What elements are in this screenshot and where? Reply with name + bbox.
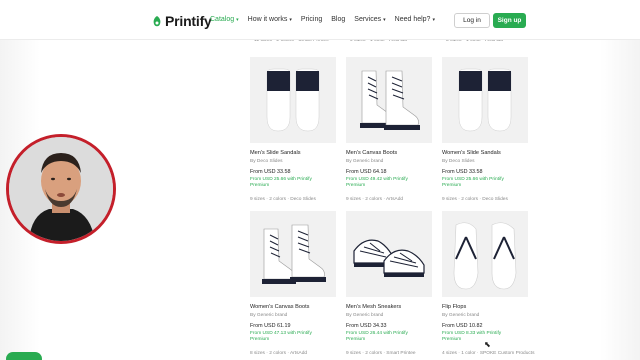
product-title: Women's Canvas Boots	[250, 304, 310, 310]
login-button[interactable]: Log in	[454, 13, 490, 28]
product-premium-price: From USD 47.13 with Printify Premium	[250, 331, 312, 343]
chevron-down-icon: ▾	[432, 16, 435, 23]
product-price: From USD 34.33	[346, 323, 387, 329]
product-premium-price: From USD 8.33 with Printify Premium	[442, 331, 502, 343]
nav-catalog[interactable]: Catalog ▾	[210, 16, 239, 23]
printify-logo-icon	[152, 15, 162, 28]
slide-sandals-image	[250, 57, 336, 143]
logo-text: Printify	[165, 13, 212, 29]
nav-label: How it works	[247, 16, 288, 23]
nav-label: Services	[354, 16, 382, 23]
product-price: From USD 61.19	[250, 323, 291, 329]
chevron-down-icon: ▾	[236, 16, 239, 23]
product-meta: 9 sizes · 2 colors · Deco Slides	[250, 196, 316, 202]
product-brand: By Generic brand	[250, 313, 288, 318]
nav-blog[interactable]: Blog	[331, 16, 345, 23]
nav-label: Blog	[331, 16, 346, 23]
product-brand: By Deco Slides	[250, 159, 283, 164]
nav-how-it-works[interactable]: How it works ▾	[248, 16, 292, 23]
product-premium-price: From USD 25.66 with Printify Premium	[442, 177, 504, 189]
flip-flops-image	[442, 211, 528, 297]
product-meta: 9 sizes · 2 colors · Deco Slides	[442, 196, 508, 202]
product-card[interactable]: Men's Canvas Boots By Generic brand From…	[346, 57, 432, 202]
product-price: From USD 64.18	[346, 169, 387, 175]
webcam-overlay	[6, 134, 116, 244]
product-card[interactable]: Men's Slide Sandals By Deco Slides From …	[250, 57, 336, 202]
slide-sandals-image	[442, 57, 528, 143]
product-title: Men's Mesh Sneakers	[346, 304, 402, 310]
mesh-sneakers-image	[346, 211, 432, 297]
nav-label: Catalog	[210, 16, 235, 23]
chevron-down-icon: ▾	[383, 16, 386, 23]
canvas-boots-image	[250, 211, 336, 297]
product-title: Women's Slide Sandals	[442, 150, 501, 156]
product-title: Men's Canvas Boots	[346, 150, 398, 156]
product-card[interactable]: Women's Slide Sandals By Deco Slides Fro…	[442, 57, 528, 202]
main-nav: Catalog ▾ How it works ▾ Pricing Blog Serv…	[210, 16, 435, 23]
product-brand: By Generic brand	[442, 313, 480, 318]
mouse-cursor-icon: ⬉	[484, 340, 491, 349]
product-brand: By Generic brand	[346, 313, 384, 318]
product-price: From USD 10.82	[442, 323, 483, 329]
product-price: From USD 33.58	[442, 169, 483, 175]
product-meta: 4 sizes · 1 color · SPOKE Custom Product…	[442, 350, 535, 356]
nav-label: Pricing	[300, 16, 323, 23]
page: 11 sizes · 2 colors · Smart Printee 9 si…	[0, 0, 640, 360]
nav-need-help[interactable]: Need help? ▾	[395, 16, 435, 23]
product-meta: 8 sizes · 2 colors · ArtsAdd	[250, 350, 308, 356]
product-title: Flip Flops	[442, 304, 467, 310]
product-price: From USD 33.58	[250, 169, 291, 175]
page-side-shade	[600, 40, 640, 360]
signup-button[interactable]: Sign up	[493, 13, 526, 28]
product-premium-price: From USD 25.66 with Printify Premium	[250, 177, 312, 189]
product-brand: By Generic brand	[346, 159, 384, 164]
product-premium-price: From USD 26.44 with Printify Premium	[346, 331, 408, 343]
printify-logo[interactable]: Printify	[152, 13, 212, 29]
nav-label: Need help?	[394, 16, 431, 23]
nav-pricing[interactable]: Pricing	[301, 16, 322, 23]
chevron-down-icon: ▾	[289, 16, 292, 23]
canvas-boots-image	[346, 57, 432, 143]
product-title: Men's Slide Sandals	[250, 150, 301, 156]
product-meta: 9 sizes · 2 colors · Smart Printee	[346, 350, 416, 356]
product-premium-price: From USD 49.42 with Printify Premium	[346, 177, 408, 189]
product-meta: 9 sizes · 2 colors · ArtsAdd	[346, 196, 404, 202]
product-card[interactable]: Men's Mesh Sneakers By Generic brand Fro…	[346, 211, 432, 356]
top-navigation-bar: Printify Catalog ▾ How it works ▾ Pricing …	[0, 0, 640, 40]
product-card[interactable]: Flip Flops By Generic brand From USD 10.…	[442, 211, 535, 356]
product-card[interactable]: Women's Canvas Boots By Generic brand Fr…	[250, 211, 336, 356]
nav-services[interactable]: Services ▾	[354, 16, 385, 23]
product-brand: By Deco Slides	[442, 159, 475, 164]
chat-widget-button[interactable]	[6, 352, 42, 360]
